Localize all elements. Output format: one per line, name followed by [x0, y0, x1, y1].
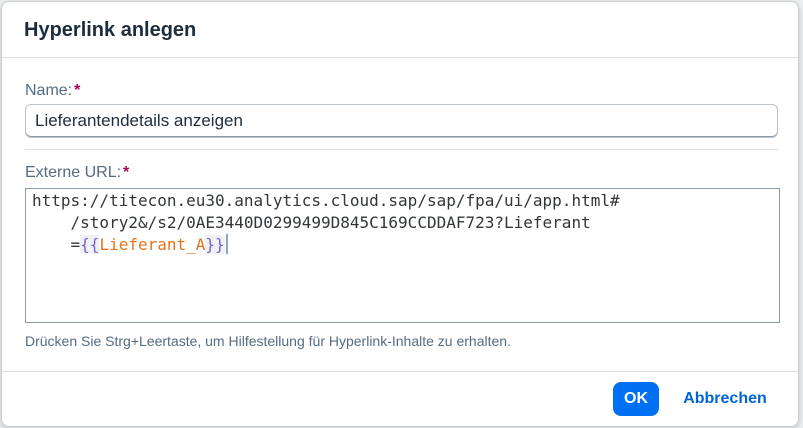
- hyperlink-dialog: Hyperlink anlegen Name:* Externe URL:* h…: [1, 1, 799, 427]
- field-separator: [25, 149, 778, 150]
- url-line-1: https://titecon.eu30.analytics.cloud.sap…: [32, 191, 620, 210]
- url-line-3: ={{Lieferant_A}}: [32, 234, 773, 256]
- url-required-marker: *: [123, 164, 130, 181]
- url-label-text: Externe URL:: [25, 164, 122, 181]
- dialog-title: Hyperlink anlegen: [24, 19, 197, 41]
- url-editor[interactable]: https://titecon.eu30.analytics.cloud.sap…: [25, 188, 780, 323]
- dialog-content: Name:* Externe URL:* https://titecon.eu3…: [2, 58, 798, 371]
- dialog-footer: OK Abbrechen: [2, 371, 798, 426]
- text-cursor: [225, 234, 228, 254]
- dialog-header: Hyperlink anlegen: [2, 2, 798, 58]
- name-input[interactable]: [25, 104, 778, 138]
- open-braces: {{: [80, 235, 100, 254]
- cancel-button[interactable]: Abbrechen: [670, 382, 780, 416]
- name-label-text: Name:: [25, 82, 73, 99]
- name-required-marker: *: [74, 82, 81, 99]
- parameter-token: Lieferant_A: [99, 235, 206, 254]
- ok-button[interactable]: OK: [613, 382, 659, 416]
- close-braces: }}: [205, 235, 225, 254]
- name-label: Name: *: [25, 82, 80, 100]
- url-line-3-prefix: =: [32, 235, 81, 254]
- hint-text: Drücken Sie Strg+Leertaste, um Hilfestel…: [25, 333, 511, 349]
- url-label: Externe URL: *: [25, 164, 129, 182]
- url-line-2: /story2&/s2/0AE3440D0299499D845C169CCDDA…: [32, 213, 591, 232]
